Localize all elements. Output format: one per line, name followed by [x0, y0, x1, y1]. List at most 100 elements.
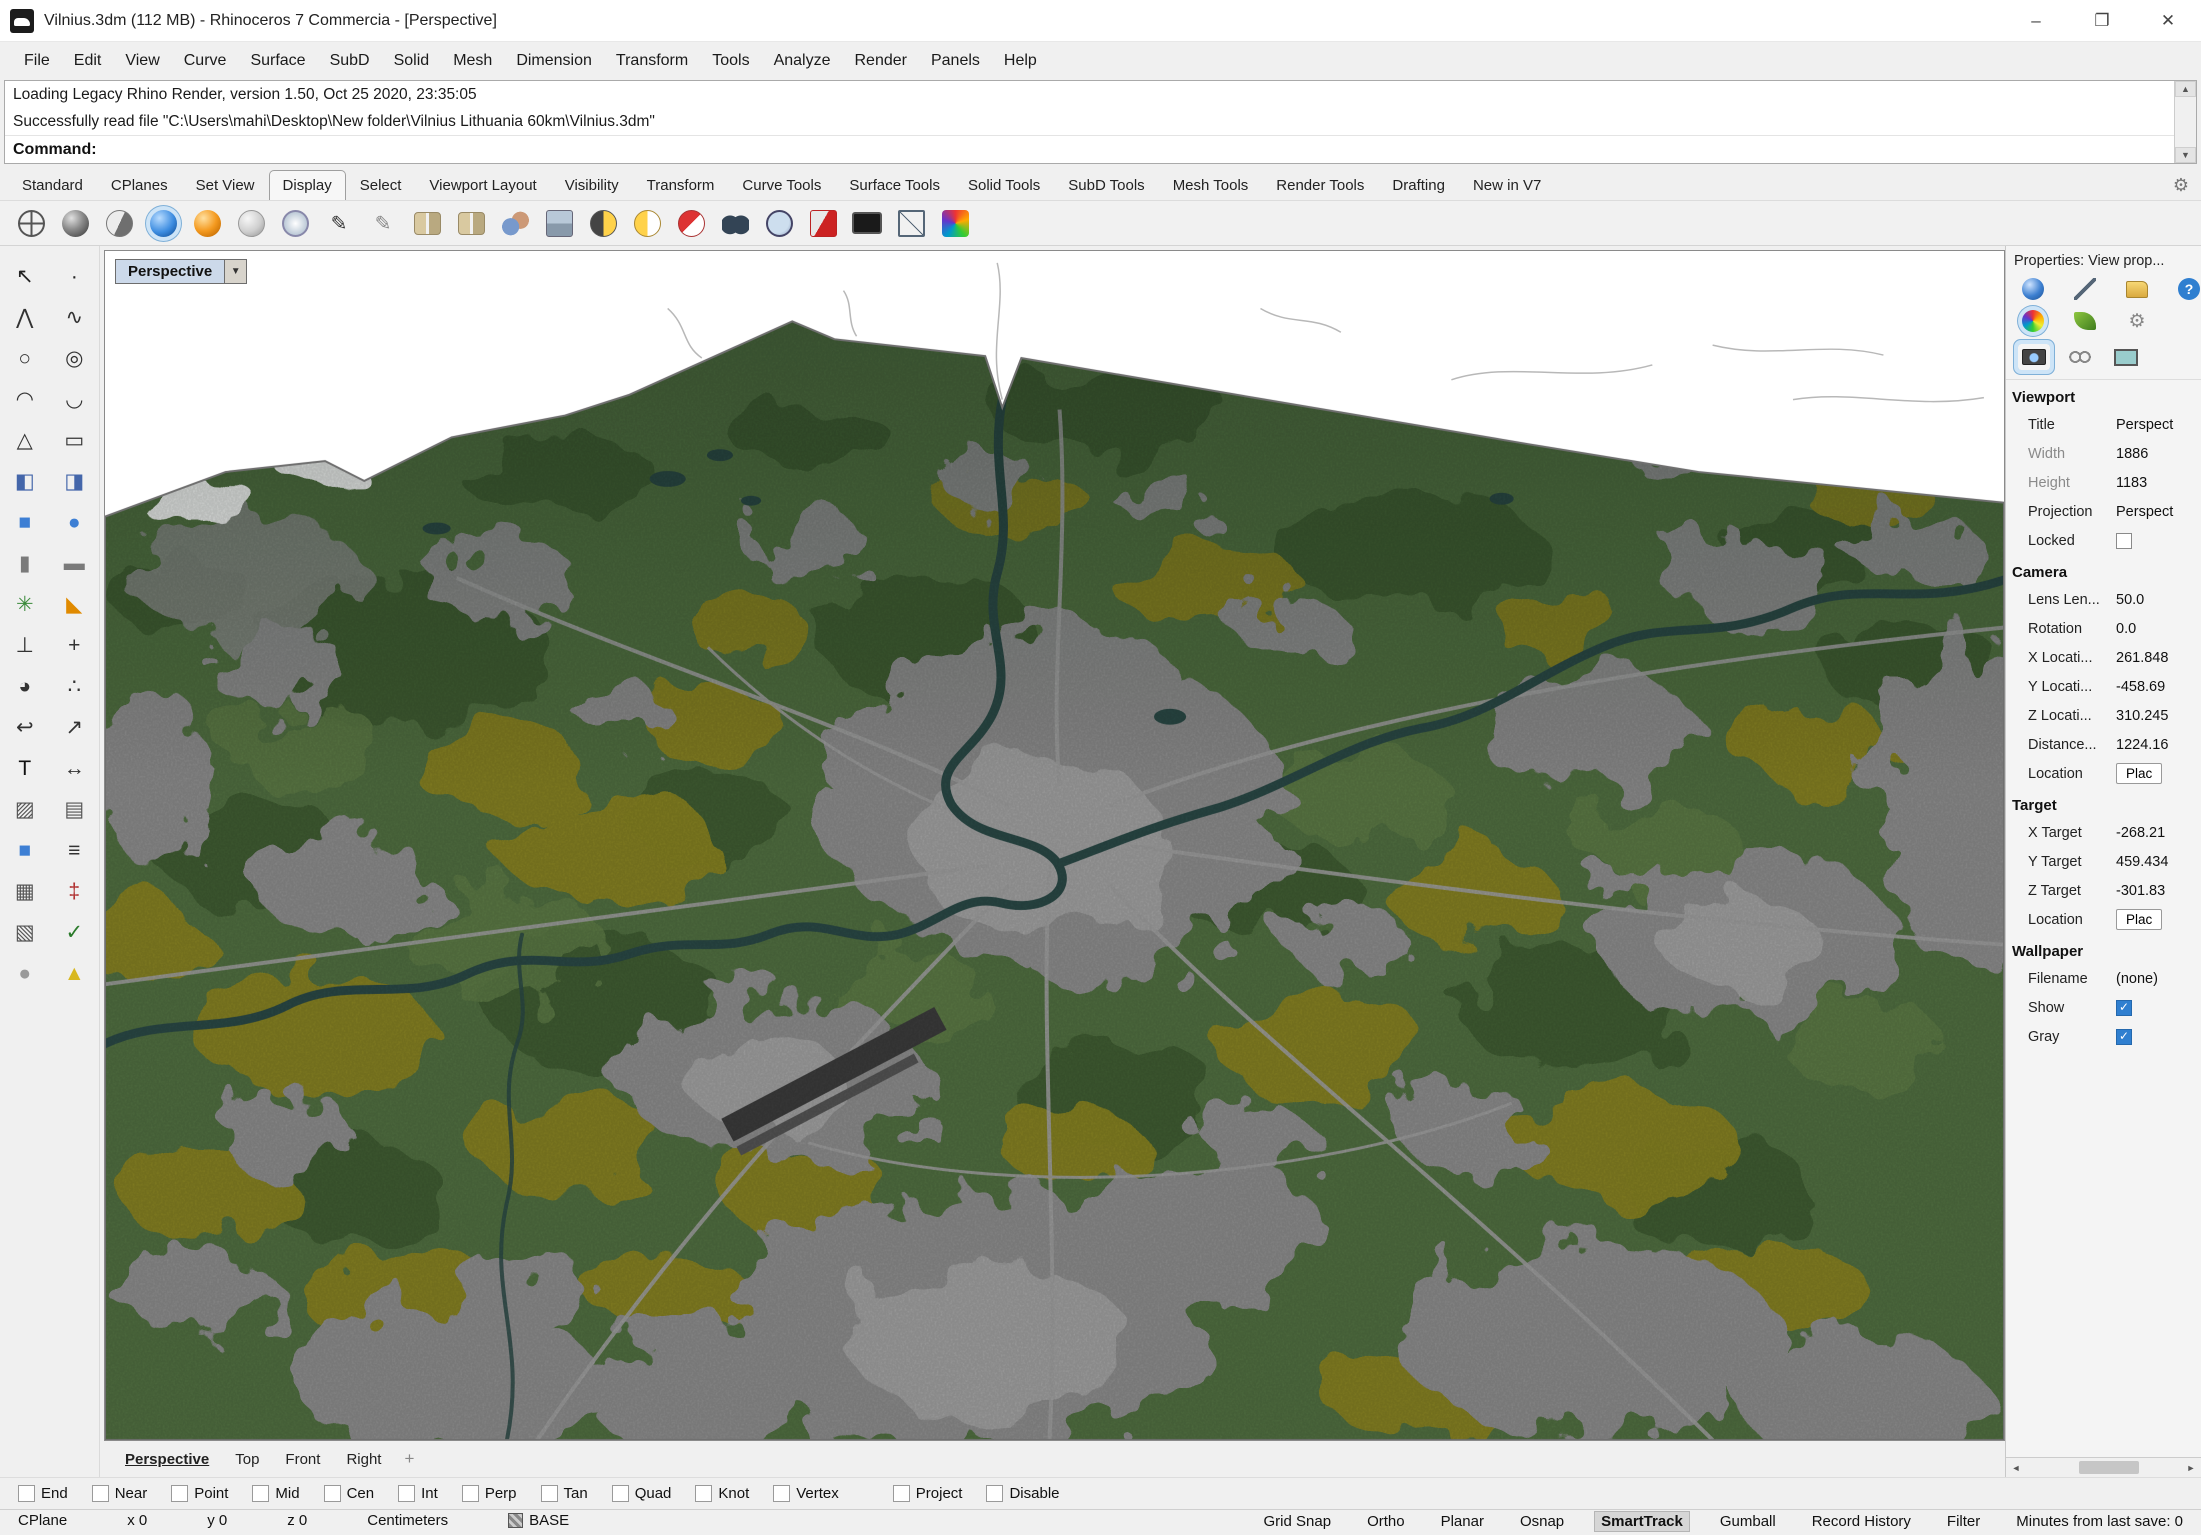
property-value[interactable]: 50.0 [2116, 592, 2201, 608]
osnap-checkbox[interactable] [18, 1485, 35, 1502]
surface-icon[interactable]: ◧ [0, 463, 50, 499]
property-value[interactable]: 310.245 [2116, 708, 2201, 724]
osnap-checkbox[interactable] [324, 1485, 341, 1502]
material-jar-icon[interactable] [406, 203, 448, 243]
stacked-boxes-icon[interactable] [538, 203, 580, 243]
check-icon[interactable]: ✓ [50, 914, 100, 950]
viewport-menu-arrow-icon[interactable]: ▼ [225, 259, 247, 284]
osnap-checkbox[interactable] [398, 1485, 415, 1502]
toolbar-tab[interactable]: Select [346, 170, 416, 200]
arc-icon[interactable]: ◠ [0, 381, 50, 417]
text-icon[interactable]: T [0, 750, 50, 786]
osnap-checkbox[interactable] [695, 1485, 712, 1502]
property-value[interactable]: 459.434 [2116, 854, 2201, 870]
menu-item[interactable]: Dimension [504, 47, 604, 75]
osnap-checkbox[interactable] [773, 1485, 790, 1502]
status-item[interactable]: y 0 [201, 1511, 233, 1530]
panel-h-scrollbar[interactable]: ◄ ► [2006, 1457, 2201, 1477]
viewport-title-label[interactable]: Perspective [115, 259, 225, 284]
toolbar-tab[interactable]: Curve Tools [728, 170, 835, 200]
close-button[interactable]: ✕ [2135, 0, 2201, 41]
osnap-checkbox[interactable] [92, 1485, 109, 1502]
toolbar-tab[interactable]: Solid Tools [954, 170, 1054, 200]
wireframe-sphere-icon[interactable] [10, 203, 52, 243]
osnap-toggle[interactable]: Project [893, 1485, 963, 1502]
sphere-gray-icon[interactable]: ● [0, 955, 50, 991]
points-icon[interactable]: ∴ [50, 668, 100, 704]
link-tab-icon[interactable] [2064, 344, 2096, 370]
ghosted-sphere-icon[interactable] [98, 203, 140, 243]
status-item[interactable]: Gumball [1714, 1512, 1782, 1531]
hook-curve-icon[interactable]: ↩ [0, 709, 50, 745]
help-icon[interactable] [2178, 278, 2200, 300]
property-value[interactable]: 0.0 [2116, 621, 2201, 637]
status-item[interactable]: Filter [1941, 1512, 1986, 1531]
section-icon[interactable]: ▧ [0, 914, 50, 950]
sunlight-sphere-icon[interactable] [626, 203, 668, 243]
osnap-checkbox[interactable] [541, 1485, 558, 1502]
sphere-icon[interactable]: ● [50, 504, 100, 540]
status-item[interactable]: Minutes from last save: 0 [2010, 1512, 2189, 1531]
scroll-right-icon[interactable]: ► [2181, 1463, 2201, 1473]
cylinder-icon[interactable]: ▮ [0, 545, 50, 581]
material-jar2-icon[interactable] [450, 203, 492, 243]
two-spheres-icon[interactable] [494, 203, 536, 243]
osnap-toggle[interactable]: Knot [695, 1485, 749, 1502]
monitor-tab-icon[interactable] [2110, 344, 2142, 370]
monochrome-sphere-icon[interactable] [230, 203, 272, 243]
target-place-button[interactable]: Plac [2116, 909, 2162, 930]
grid-icon[interactable]: ▦ [0, 873, 50, 909]
ellipse-icon[interactable]: ◎ [50, 340, 100, 376]
freeform-curve-icon[interactable]: ◡ [50, 381, 100, 417]
arrow-ne-icon[interactable]: ↗ [50, 709, 100, 745]
loft-icon[interactable]: ◨ [50, 463, 100, 499]
circle-icon[interactable]: ○ [0, 340, 50, 376]
technical-pen-icon[interactable]: ✎ [318, 203, 360, 243]
menu-item[interactable]: Analyze [762, 47, 843, 75]
toolbar-tab[interactable]: CPlanes [97, 170, 182, 200]
cone-icon[interactable]: ▲ [50, 955, 100, 991]
osnap-toggle[interactable]: Vertex [773, 1485, 839, 1502]
camera-place-button[interactable]: Plac [2116, 763, 2162, 784]
status-item[interactable]: Planar [1435, 1512, 1490, 1531]
property-value[interactable]: -458.69 [2116, 679, 2201, 695]
toolbar-tab[interactable]: Viewport Layout [415, 170, 550, 200]
status-item[interactable]: Centimeters [361, 1511, 454, 1530]
menu-item[interactable]: Help [992, 47, 1049, 75]
box-icon[interactable]: ■ [0, 504, 50, 540]
status-item[interactable]: Osnap [1514, 1512, 1570, 1531]
menu-item[interactable]: Solid [382, 47, 442, 75]
osnap-checkbox[interactable] [462, 1485, 479, 1502]
shaded-box-icon[interactable]: ■ [0, 832, 50, 868]
settings-gear-icon[interactable]: ⚙ [2126, 310, 2148, 332]
property-value[interactable]: (none) [2116, 971, 2201, 987]
toolbar-tab[interactable]: Mesh Tools [1159, 170, 1263, 200]
menu-item[interactable]: Panels [919, 47, 992, 75]
camera-tab-icon[interactable] [2018, 344, 2050, 370]
status-item[interactable]: Record History [1806, 1512, 1917, 1531]
osnap-toggle[interactable]: Perp [462, 1485, 517, 1502]
property-value[interactable]: Perspect [2116, 504, 2201, 520]
rendered-mode-icon[interactable] [186, 203, 228, 243]
select-arrow-icon[interactable]: ↖ [0, 258, 50, 294]
toolbar-tab[interactable]: New in V7 [1459, 170, 1555, 200]
osnap-toggle[interactable]: Point [171, 1485, 228, 1502]
object-properties-icon[interactable] [2022, 278, 2044, 300]
shaded-sphere-icon[interactable] [54, 203, 96, 243]
command-input[interactable] [97, 136, 2174, 163]
point-icon[interactable]: ∙ [50, 258, 100, 294]
toolbar-tab[interactable]: Display [269, 170, 346, 200]
osnap-toggle[interactable]: Quad [612, 1485, 672, 1502]
viewport-tab[interactable]: Front [272, 1446, 333, 1473]
detail-icon[interactable]: ▤ [50, 791, 100, 827]
osnap-toggle[interactable]: Tan [541, 1485, 588, 1502]
match-properties-icon[interactable] [2074, 278, 2096, 300]
binoculars-icon[interactable] [714, 203, 756, 243]
menu-item[interactable]: Transform [604, 47, 700, 75]
scroll-up-icon[interactable]: ▲ [2175, 81, 2196, 97]
magnifier-icon[interactable] [758, 203, 800, 243]
status-item[interactable]: CPlane [12, 1511, 73, 1530]
layers-icon[interactable]: ≡ [50, 832, 100, 868]
viewport-tab[interactable]: Top [222, 1446, 272, 1473]
fillet-icon[interactable]: ◣ [50, 586, 100, 622]
